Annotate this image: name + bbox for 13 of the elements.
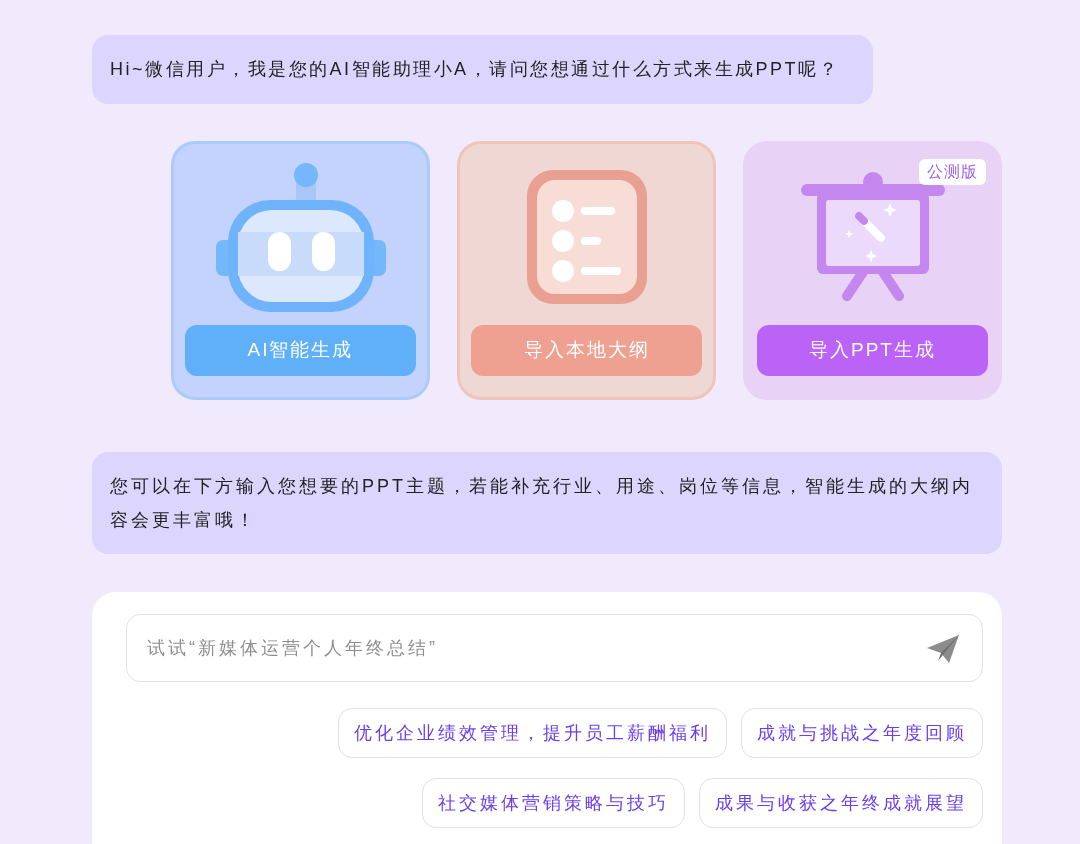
label-badge: 公测版 xyxy=(919,159,986,185)
option-button[interactable]: 导入PPT生成 xyxy=(757,325,988,376)
topic-input-field[interactable]: 试试“新媒体运营个人年终总结” xyxy=(126,614,983,682)
paper-plane-icon xyxy=(927,635,959,663)
robot-icon xyxy=(215,161,386,312)
suggestion-chip[interactable]: 成果与收获之年终成就展望 xyxy=(699,778,983,828)
list-document-icon xyxy=(526,169,647,304)
suggestion-chip[interactable]: 社交媒体营销策略与技巧 xyxy=(422,778,685,828)
suggestion-chip[interactable]: 成就与挑战之年度回顾 xyxy=(741,708,983,758)
suggestion-chip[interactable]: 优化企业绩效管理，提升员工薪酬福利 xyxy=(338,708,727,758)
greeting-message: Hi~微信用户，我是您的AI智能助理小A，请问您想通过什么方式来生成PPT呢？ xyxy=(92,35,874,104)
send-button[interactable] xyxy=(927,635,959,663)
hint-message: 您可以在下方输入您想要的PPT主题，若能补充行业、用途、岗位等信息，智能生成的大纲内容会更丰富哦！ xyxy=(92,452,1002,554)
